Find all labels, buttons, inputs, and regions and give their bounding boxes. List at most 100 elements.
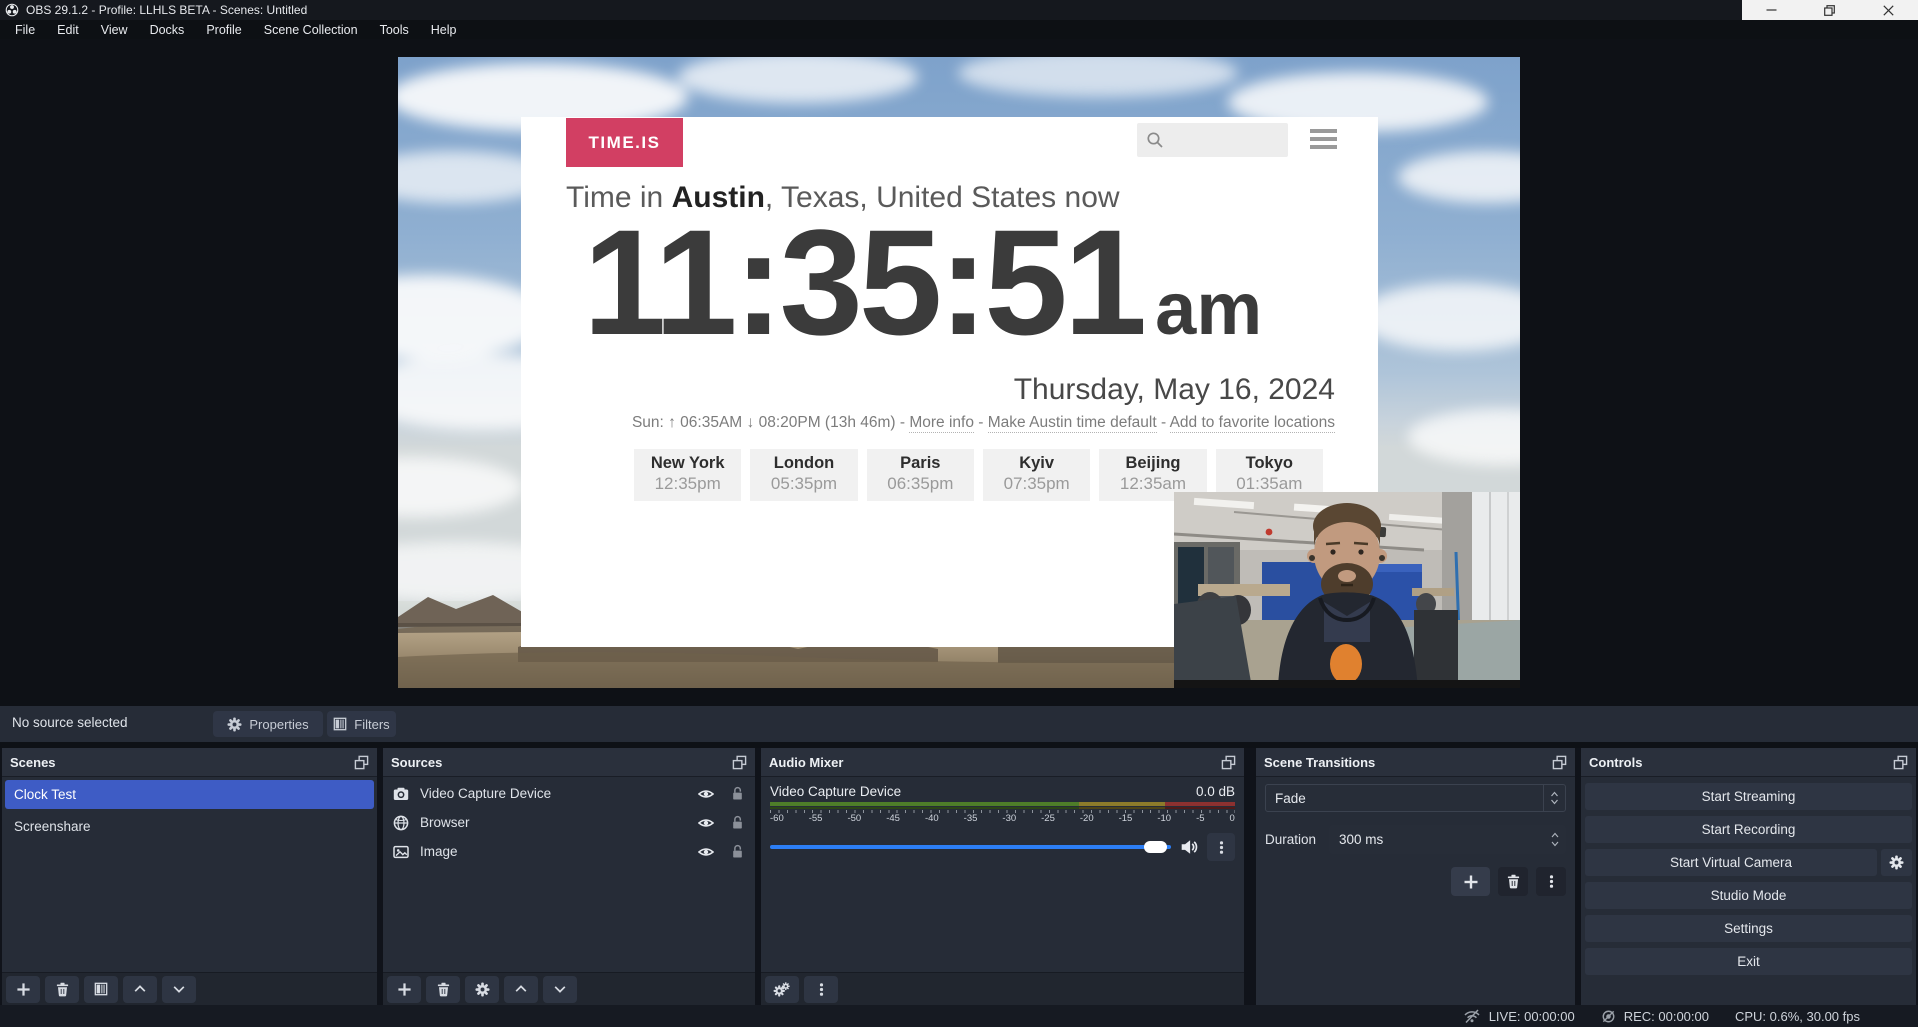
eye-icon[interactable] — [698, 815, 714, 831]
volume-slider-handle[interactable] — [1144, 841, 1167, 853]
menu-view[interactable]: View — [90, 20, 139, 39]
scenes-toolbar — [2, 972, 377, 1005]
virtual-camera-config-button[interactable] — [1881, 849, 1912, 876]
menu-bar: File Edit View Docks Profile Scene Colle… — [0, 20, 1918, 39]
add-scene-button[interactable] — [6, 976, 40, 1003]
sources-toolbar — [383, 972, 755, 1005]
restore-button[interactable] — [1815, 1, 1845, 19]
minimize-button[interactable] — [1756, 1, 1786, 19]
timeis-ampm: am — [1155, 272, 1262, 346]
menu-scene-collection[interactable]: Scene Collection — [253, 20, 369, 39]
double-gear-icon — [773, 982, 792, 997]
source-row-video-capture[interactable]: Video Capture Device — [383, 779, 755, 808]
scene-filters-button[interactable] — [84, 976, 118, 1003]
window-titlebar[interactable]: OBS 29.1.2 - Profile: LLHLS BETA - Scene… — [0, 0, 1918, 20]
lock-open-icon[interactable] — [730, 786, 745, 801]
audio-mixer-panel: Audio Mixer Video Capture Device 0.0 dB … — [761, 748, 1244, 1005]
popout-icon[interactable] — [354, 755, 369, 770]
speaker-icon[interactable] — [1180, 838, 1198, 856]
trash-icon — [436, 982, 451, 997]
menu-file[interactable]: File — [4, 20, 46, 39]
volume-slider[interactable] — [770, 845, 1171, 849]
popout-icon[interactable] — [1552, 755, 1567, 770]
add-source-button[interactable] — [387, 976, 421, 1003]
remove-transition-button[interactable] — [1498, 867, 1528, 896]
scene-item-screenshare[interactable]: Screenshare — [5, 812, 374, 841]
start-streaming-button[interactable]: Start Streaming — [1585, 783, 1912, 810]
duration-spin-arrows[interactable] — [1550, 825, 1560, 854]
sources-panel: Sources Video Capture Device Browser Ima… — [383, 748, 755, 1005]
city-card: Kyiv07:35pm — [983, 449, 1090, 501]
start-virtual-camera-button[interactable]: Start Virtual Camera — [1585, 849, 1877, 876]
controls-panel: Controls Start Streaming Start Recording… — [1581, 748, 1916, 1005]
menu-docks[interactable]: Docks — [139, 20, 196, 39]
lock-open-icon[interactable] — [730, 815, 745, 830]
kebab-icon — [1214, 840, 1229, 855]
move-source-up-button[interactable] — [504, 976, 538, 1003]
close-button[interactable] — [1874, 1, 1904, 19]
move-scene-down-button[interactable] — [162, 976, 196, 1003]
transition-select[interactable]: Fade — [1265, 784, 1566, 812]
chevron-down-icon — [1550, 799, 1559, 805]
source-properties-bar: No source selected Properties Filters — [0, 706, 1918, 742]
start-recording-button[interactable]: Start Recording — [1585, 816, 1912, 843]
timeis-link-make-default: Make Austin time default — [988, 414, 1157, 433]
menu-help[interactable]: Help — [420, 20, 468, 39]
image-icon — [393, 844, 409, 860]
hamburger-menu-icon — [1310, 129, 1337, 153]
filters-button[interactable]: Filters — [327, 711, 396, 737]
chevron-down-icon — [553, 982, 567, 996]
timeis-clock-row: 11:35:51 am — [583, 207, 1262, 357]
chevron-up-icon — [1550, 832, 1560, 838]
rec-status: REC: 00:00:00 — [1601, 1009, 1709, 1024]
lock-open-icon[interactable] — [730, 844, 745, 859]
timeis-logo: TIME.IS — [566, 118, 683, 167]
duration-spinbox[interactable]: 300 ms — [1329, 825, 1566, 854]
scenes-panel-header[interactable]: Scenes — [2, 748, 377, 777]
source-properties-button[interactable] — [465, 976, 499, 1003]
mixer-channel-name: Video Capture Device — [770, 784, 901, 799]
settings-button[interactable]: Settings — [1585, 915, 1912, 942]
remove-scene-button[interactable] — [45, 976, 79, 1003]
city-card: London05:35pm — [750, 449, 857, 501]
menu-profile[interactable]: Profile — [195, 20, 252, 39]
popout-icon[interactable] — [1893, 755, 1908, 770]
globe-icon — [393, 815, 409, 831]
transitions-header[interactable]: Scene Transitions — [1256, 748, 1575, 777]
controls-header[interactable]: Controls — [1581, 748, 1916, 777]
menu-edit[interactable]: Edit — [46, 20, 90, 39]
scene-preview-canvas[interactable]: TIME.IS Time in Austin, Texas, United St… — [398, 57, 1520, 688]
source-row-browser[interactable]: Browser — [383, 808, 755, 837]
menu-tools[interactable]: Tools — [369, 20, 420, 39]
advanced-audio-button[interactable] — [765, 976, 799, 1003]
properties-button[interactable]: Properties — [213, 711, 323, 737]
timeis-link-more-info: More info — [909, 414, 974, 433]
popout-icon[interactable] — [732, 755, 747, 770]
obs-logo-icon — [5, 3, 19, 17]
plus-icon — [1463, 874, 1479, 890]
exit-button[interactable]: Exit — [1585, 948, 1912, 975]
popout-icon[interactable] — [1221, 755, 1236, 770]
move-source-down-button[interactable] — [543, 976, 577, 1003]
source-row-image[interactable]: Image — [383, 837, 755, 866]
timeis-clock: 11:35:51 — [583, 207, 1143, 357]
move-scene-up-button[interactable] — [123, 976, 157, 1003]
scene-item-clock-test[interactable]: Clock Test — [5, 780, 374, 809]
transition-select-arrows[interactable] — [1543, 785, 1565, 811]
preview-area: TIME.IS Time in Austin, Texas, United St… — [0, 39, 1918, 706]
sources-panel-header[interactable]: Sources — [383, 748, 755, 777]
eye-icon[interactable] — [698, 786, 714, 802]
audio-mixer-header[interactable]: Audio Mixer — [761, 748, 1244, 777]
camera-icon — [393, 786, 409, 802]
eye-icon[interactable] — [698, 844, 714, 860]
transition-options-button[interactable] — [1536, 867, 1566, 896]
timeis-date: Thursday, May 16, 2024 — [1014, 373, 1335, 407]
remove-source-button[interactable] — [426, 976, 460, 1003]
gear-icon — [475, 982, 490, 997]
studio-mode-button[interactable]: Studio Mode — [1585, 882, 1912, 909]
add-transition-button[interactable] — [1451, 867, 1490, 896]
record-inactive-icon — [1601, 1009, 1616, 1024]
scenes-list: Clock Test Screenshare — [2, 780, 377, 841]
mixer-options-button[interactable] — [1207, 833, 1235, 861]
mixer-menu-button[interactable] — [804, 976, 838, 1003]
